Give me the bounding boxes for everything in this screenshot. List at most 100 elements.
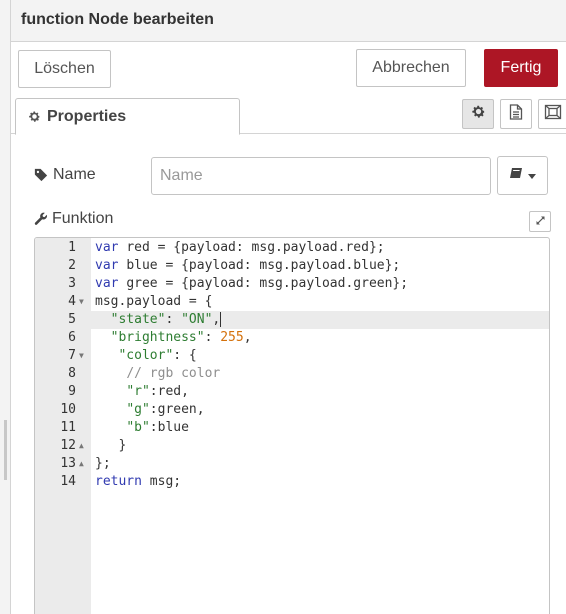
code-token: : { bbox=[173, 348, 197, 363]
line-number: 14 bbox=[60, 474, 76, 489]
code-token: "r" bbox=[126, 384, 150, 399]
fold-open-icon[interactable]: ▼ bbox=[79, 293, 87, 311]
code-text: var gree = {payload: msg.payload.green}; bbox=[95, 275, 408, 293]
line-number: 11 bbox=[60, 420, 76, 435]
tab-appearance[interactable] bbox=[538, 99, 566, 129]
description-icon bbox=[509, 103, 523, 125]
function-label-text: Funktion bbox=[52, 210, 114, 227]
tab-settings[interactable] bbox=[462, 99, 494, 129]
name-label-text: Name bbox=[53, 166, 96, 183]
line-number: 13 bbox=[60, 456, 76, 471]
code-text: return msg; bbox=[95, 473, 181, 491]
code-token: :blue bbox=[149, 420, 189, 435]
gear-icon bbox=[471, 104, 486, 124]
tab-bar: Properties bbox=[11, 96, 566, 135]
fold-close-icon[interactable]: ▲ bbox=[79, 437, 87, 455]
code-token: :green, bbox=[149, 402, 205, 417]
code-line[interactable]: 6 "brightness": 255, bbox=[35, 329, 549, 347]
code-token: red = {payload: msg.payload.red}; bbox=[126, 240, 385, 255]
code-line[interactable]: 4 ▼ msg.payload = { bbox=[35, 293, 549, 311]
line-number: 9 bbox=[68, 384, 76, 399]
code-line[interactable]: 8 // rgb color bbox=[35, 365, 549, 383]
code-token: :red, bbox=[149, 384, 189, 399]
code-token: var bbox=[95, 240, 119, 255]
code-token: }; bbox=[95, 456, 111, 471]
delete-button[interactable]: Löschen bbox=[18, 50, 111, 88]
code-token: gree = {payload: msg.payload.green}; bbox=[126, 276, 409, 291]
code-token: "ON" bbox=[181, 312, 213, 327]
wrench-icon bbox=[34, 212, 48, 226]
code-token: // rgb color bbox=[126, 366, 221, 381]
function-label: Funktion bbox=[34, 210, 113, 228]
book-icon bbox=[509, 167, 523, 185]
code-line[interactable]: 7 ▼ "color": { bbox=[35, 347, 549, 365]
name-label: Name bbox=[34, 166, 96, 184]
fold-open-icon[interactable]: ▼ bbox=[79, 347, 87, 365]
done-button[interactable]: Fertig bbox=[484, 49, 558, 87]
code-token: , bbox=[212, 312, 221, 327]
icon-select-button[interactable] bbox=[497, 156, 548, 195]
code-token: msg; bbox=[141, 474, 182, 489]
code-token: "state" bbox=[110, 312, 166, 327]
code-token: 255 bbox=[220, 330, 244, 345]
tab-description[interactable] bbox=[500, 99, 532, 129]
code-token: var bbox=[95, 258, 119, 273]
code-line[interactable]: 11 "b":blue bbox=[35, 419, 549, 437]
code-token: "b" bbox=[126, 420, 150, 435]
code-text: "brightness": 255, bbox=[95, 329, 252, 347]
text-cursor bbox=[220, 312, 222, 327]
code-line[interactable]: 13 ▲}; bbox=[35, 455, 549, 473]
code-text: "r":red, bbox=[95, 383, 189, 401]
code-text: var red = {payload: msg.payload.red}; bbox=[95, 239, 385, 257]
code-text: msg.payload = { bbox=[95, 293, 212, 311]
resize-grip[interactable] bbox=[4, 420, 7, 480]
code-editor[interactable]: 1 var red = {payload: msg.payload.red}; 2 v… bbox=[34, 237, 550, 614]
code-token: "g" bbox=[126, 402, 150, 417]
code-text: "state": "ON", bbox=[95, 311, 222, 329]
code-text: "b":blue bbox=[95, 419, 189, 437]
code-token: } bbox=[95, 438, 127, 453]
code-line[interactable]: 9 "r":red, bbox=[35, 383, 549, 401]
dialog-titlebar: function Node bearbeiten bbox=[11, 0, 566, 42]
tab-properties[interactable]: Properties bbox=[15, 98, 240, 135]
tab-properties-label: Properties bbox=[47, 107, 127, 125]
line-number: 12 bbox=[60, 438, 76, 453]
code-line[interactable]: 5 "state": "ON", bbox=[35, 311, 549, 329]
code-line[interactable]: 1 var red = {payload: msg.payload.red}; bbox=[35, 239, 549, 257]
expand-editor-button[interactable] bbox=[529, 211, 551, 232]
expand-icon bbox=[535, 213, 546, 231]
code-line[interactable]: 12 ▲ } bbox=[35, 437, 549, 455]
line-number: 8 bbox=[68, 366, 76, 381]
code-text: "g":green, bbox=[95, 401, 205, 419]
code-token: blue = {payload: msg.payload.blue}; bbox=[126, 258, 401, 273]
code-line[interactable]: 14 return msg; bbox=[35, 473, 549, 491]
code-line[interactable]: 3 var gree = {payload: msg.payload.green}… bbox=[35, 275, 549, 293]
code-text: "color": { bbox=[95, 347, 197, 365]
line-number: 5 bbox=[68, 312, 76, 327]
left-panel-edge bbox=[0, 0, 11, 614]
line-number: 3 bbox=[68, 276, 76, 291]
line-number: 6 bbox=[68, 330, 76, 345]
code-lines: 1 var red = {payload: msg.payload.red}; 2 v… bbox=[35, 239, 549, 491]
code-token: msg.payload = { bbox=[95, 294, 213, 309]
code-text: } bbox=[95, 437, 126, 455]
line-number: 4 bbox=[68, 294, 76, 309]
appearance-icon bbox=[544, 104, 562, 125]
code-token: return bbox=[95, 474, 142, 489]
line-number: 7 bbox=[68, 348, 76, 363]
cancel-button[interactable]: Abbrechen bbox=[356, 49, 466, 87]
fold-close-icon[interactable]: ▲ bbox=[79, 455, 87, 473]
code-line[interactable]: 10 "g":green, bbox=[35, 401, 549, 419]
line-number: 10 bbox=[60, 402, 76, 417]
name-input[interactable] bbox=[151, 157, 491, 195]
line-number: 1 bbox=[68, 240, 76, 255]
code-text: }; bbox=[95, 455, 111, 473]
code-line[interactable]: 2 var blue = {payload: msg.payload.blue}; bbox=[35, 257, 549, 275]
